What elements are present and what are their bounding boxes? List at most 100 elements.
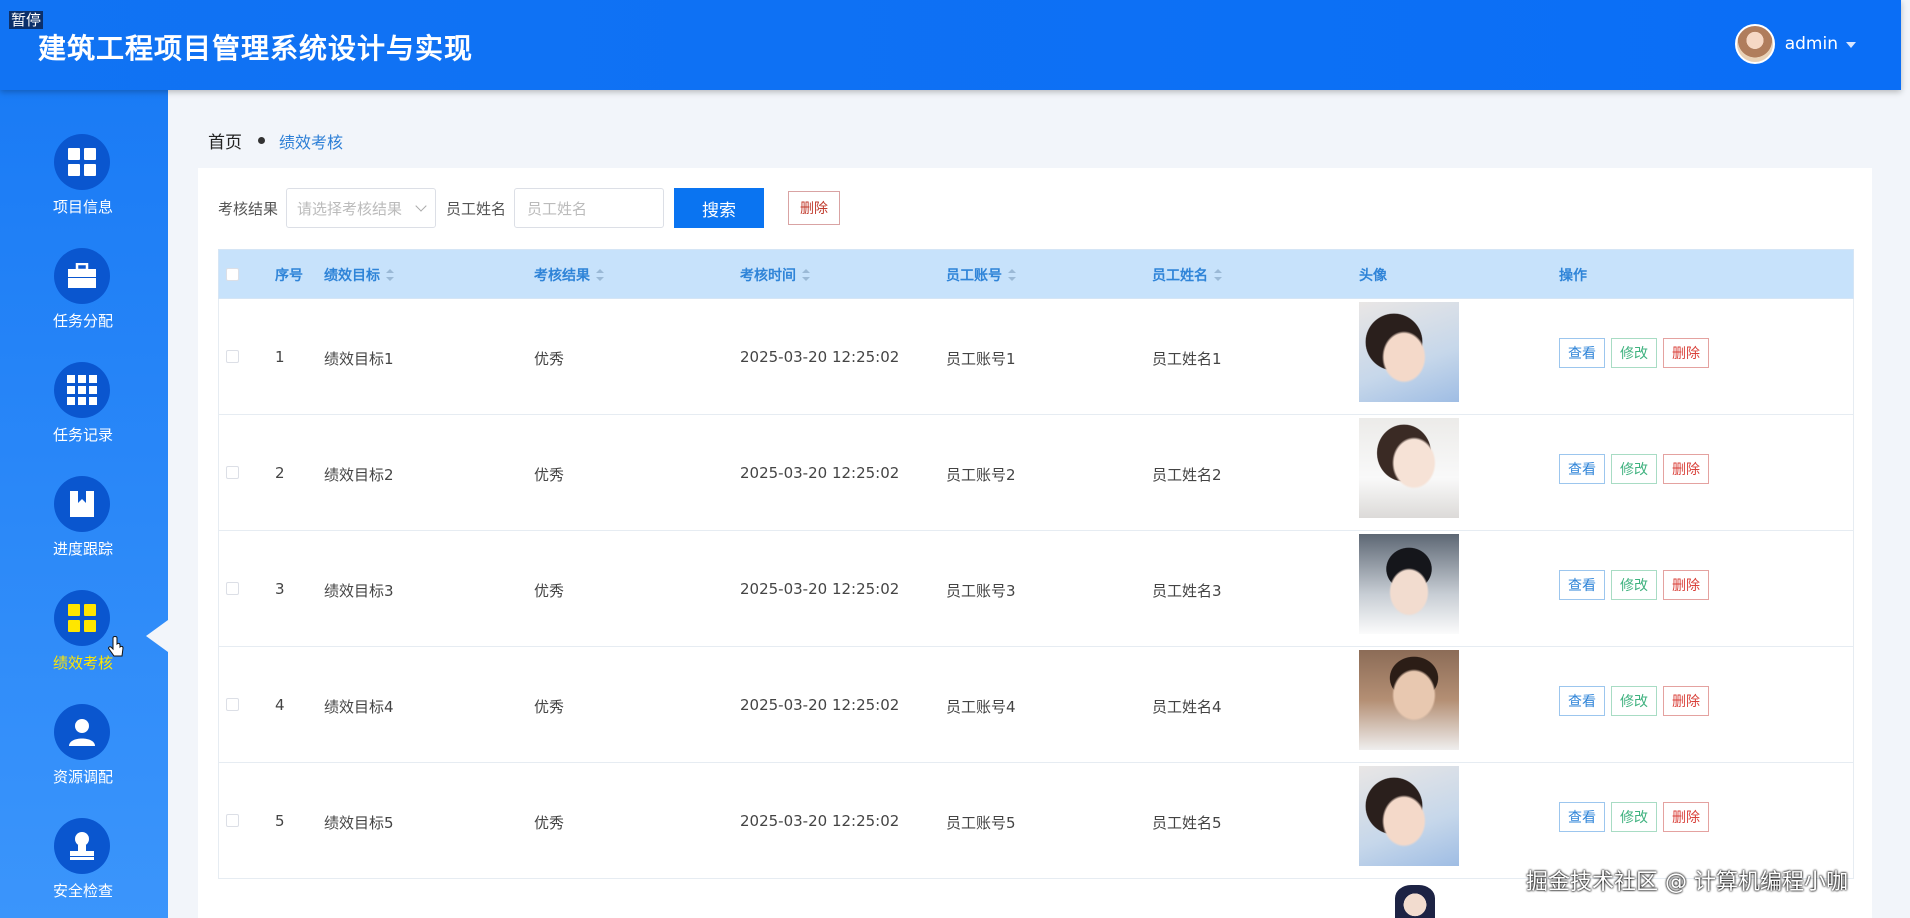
sidebar-item-resources[interactable]: 资源调配 (0, 704, 168, 814)
view-button[interactable]: 查看 (1559, 338, 1605, 368)
delete-button[interactable]: 删除 (1663, 570, 1709, 600)
row-checkbox[interactable] (226, 814, 239, 827)
edit-button[interactable]: 修改 (1611, 570, 1657, 600)
delete-button[interactable]: 删除 (1663, 686, 1709, 716)
sidebar-item-progress[interactable]: 进度跟踪 (0, 476, 168, 586)
sidebar-item-safety[interactable]: 安全检查 (0, 818, 168, 918)
column-header-label: 考核结果 (534, 268, 590, 284)
row-time: 2025-03-20 12:25:02 (740, 464, 900, 482)
book-icon (70, 491, 94, 517)
sort-icon[interactable] (802, 269, 810, 281)
sidebar-item-label: 资源调配 (52, 768, 113, 786)
row-account: 员工账号1 (946, 350, 1016, 368)
delete-button[interactable]: 删除 (1663, 338, 1709, 368)
column-header-result[interactable]: 考核结果 (534, 265, 604, 285)
briefcase-icon (68, 263, 96, 288)
batch-delete-button[interactable]: 删除 (788, 191, 841, 225)
sort-icon[interactable] (596, 269, 604, 281)
row-index: 4 (275, 696, 285, 714)
row-name: 员工姓名5 (1152, 814, 1222, 832)
row-actions: 查看 修改 删除 (1559, 686, 1715, 716)
row-result: 优秀 (534, 582, 565, 600)
edit-button[interactable]: 修改 (1611, 686, 1657, 716)
row-actions: 查看 修改 删除 (1559, 570, 1715, 600)
sidebar-item-task-assignment[interactable]: 任务分配 (0, 248, 168, 358)
row-index: 1 (275, 348, 285, 366)
result-select-placeholder: 请选择考核结果 (297, 199, 403, 218)
row-name: 员工姓名3 (1152, 582, 1222, 600)
table-row: 1 绩效目标1 优秀 2025-03-20 12:25:02 员工账号1 员工姓… (218, 299, 1854, 415)
row-goal: 绩效目标5 (324, 814, 394, 832)
watermark: 掘金技术社区 @ 计算机编程小咖 (1526, 870, 1848, 895)
row-actions: 查看 修改 删除 (1559, 338, 1715, 368)
filter-bar: 考核结果 请选择考核结果 员工姓名 员工姓名 搜索 删除 (218, 187, 841, 229)
row-goal: 绩效目标4 (324, 698, 394, 716)
sidebar-item-project-info[interactable]: 项目信息 (0, 134, 168, 244)
column-header-goal[interactable]: 绩效目标 (324, 265, 394, 285)
column-header-account[interactable]: 员工账号 (946, 265, 1016, 285)
row-checkbox[interactable] (226, 698, 239, 711)
select-all-checkbox[interactable] (226, 268, 239, 281)
row-checkbox[interactable] (226, 466, 239, 479)
row-goal: 绩效目标3 (324, 582, 394, 600)
sidebar-item-label: 任务分配 (52, 312, 113, 330)
sidebar-item-task-record[interactable]: 任务记录 (0, 362, 168, 472)
view-button[interactable]: 查看 (1559, 802, 1605, 832)
row-account: 员工账号2 (946, 466, 1016, 484)
search-button[interactable]: 搜索 (674, 188, 765, 228)
row-name: 员工姓名1 (1152, 350, 1222, 368)
active-indicator (146, 620, 168, 652)
row-time: 2025-03-20 12:25:02 (740, 812, 900, 830)
row-checkbox[interactable] (226, 350, 239, 363)
employee-avatar (1395, 885, 1435, 918)
user-icon (69, 719, 95, 746)
user-menu[interactable]: admin (1734, 24, 1856, 64)
hand-cursor-icon (108, 636, 124, 657)
edit-button[interactable]: 修改 (1611, 454, 1657, 484)
edit-button[interactable]: 修改 (1611, 338, 1657, 368)
chevron-down-icon[interactable] (1846, 42, 1856, 48)
breadcrumb-separator (258, 137, 265, 144)
row-index: 2 (275, 464, 285, 482)
performance-table: 序号 绩效目标 考核结果 考核时间 员工账号 员工姓名 头像 操作 1 绩效目标… (218, 249, 1854, 879)
avatar[interactable] (1734, 24, 1775, 64)
employee-avatar (1359, 534, 1459, 634)
sort-icon[interactable] (1008, 269, 1016, 281)
row-goal: 绩效目标1 (324, 350, 394, 368)
sidebar-item-performance[interactable]: 绩效考核 (0, 590, 168, 700)
employee-avatar (1359, 650, 1459, 750)
grid-icon (68, 148, 96, 176)
delete-button[interactable]: 删除 (1663, 802, 1709, 832)
breadcrumb-home[interactable]: 首页 (208, 128, 242, 153)
row-actions: 查看 修改 删除 (1559, 802, 1715, 832)
name-input[interactable]: 员工姓名 (514, 188, 665, 228)
table-row: 5 绩效目标5 优秀 2025-03-20 12:25:02 员工账号5 员工姓… (218, 763, 1854, 879)
employee-avatar (1359, 302, 1459, 402)
row-goal: 绩效目标2 (324, 466, 394, 484)
column-header: 头像 (1359, 268, 1387, 284)
row-checkbox[interactable] (226, 582, 239, 595)
row-result: 优秀 (534, 350, 565, 368)
sort-icon[interactable] (1214, 269, 1222, 281)
sort-icon[interactable] (386, 269, 394, 281)
column-header: 操作 (1559, 268, 1587, 284)
view-button[interactable]: 查看 (1559, 570, 1605, 600)
column-header-name[interactable]: 员工姓名 (1152, 265, 1222, 285)
column-header-label: 员工账号 (946, 268, 1002, 284)
table-header: 序号 绩效目标 考核结果 考核时间 员工账号 员工姓名 头像 操作 (218, 249, 1854, 299)
row-time: 2025-03-20 12:25:02 (740, 696, 900, 714)
row-name: 员工姓名2 (1152, 466, 1222, 484)
sidebar-item-label: 绩效考核 (52, 654, 113, 672)
row-time: 2025-03-20 12:25:02 (740, 580, 900, 598)
username[interactable]: admin (1785, 34, 1838, 54)
view-button[interactable]: 查看 (1559, 454, 1605, 484)
edit-button[interactable]: 修改 (1611, 802, 1657, 832)
result-select[interactable]: 请选择考核结果 (286, 188, 437, 228)
app-header: 暂停 建筑工程项目管理系统设计与实现 admin (0, 0, 1901, 90)
column-header-time[interactable]: 考核时间 (740, 265, 810, 285)
view-button[interactable]: 查看 (1559, 686, 1605, 716)
delete-button[interactable]: 删除 (1663, 454, 1709, 484)
column-header-label: 员工姓名 (1152, 268, 1208, 284)
sidebar: 项目信息 任务分配 任务记录 进度跟踪 绩效考核 资源调配 安全检查 (0, 90, 168, 918)
row-index: 3 (275, 580, 285, 598)
